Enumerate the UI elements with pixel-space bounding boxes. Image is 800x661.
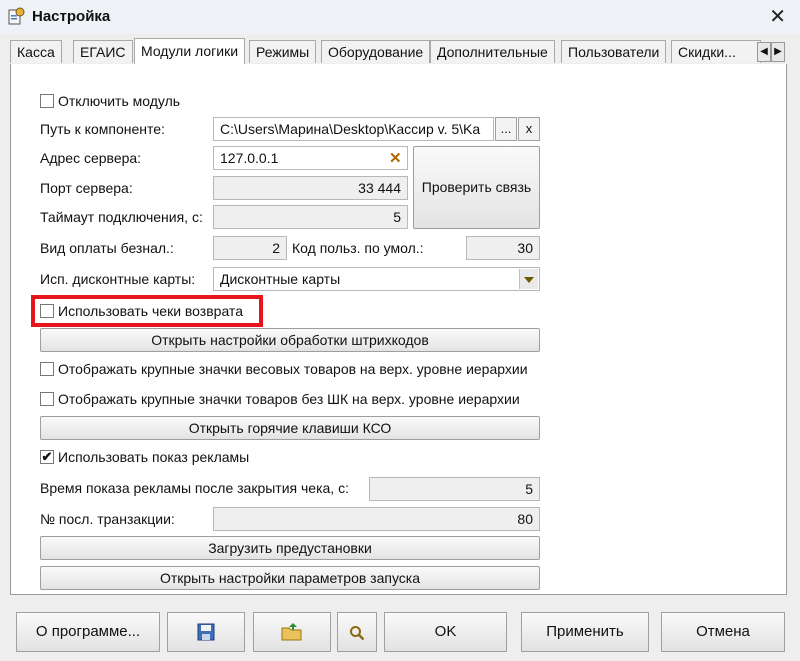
cashless-payment-label: Вид оплаты безнал.: [40,240,174,256]
load-presets-button[interactable]: Загрузить предустановки [40,536,540,560]
tab-logic-modules[interactable]: Модули логики [134,38,246,65]
disable-module-label: Отключить модуль [58,93,181,109]
hotkeys-button[interactable]: Открыть горячие клавиши КСО [40,416,540,440]
server-address-label: Адрес сервера: [40,150,142,166]
server-address-input[interactable] [213,146,408,170]
cashless-payment-input[interactable] [213,236,287,260]
tab-strip: Касса ЕГАИС Модули логики Режимы Оборудо… [10,38,785,65]
tab-scroll-right-icon[interactable]: ▶ [771,42,785,62]
disable-module-checkbox[interactable]: Отключить модуль [40,91,180,111]
open-folder-icon [281,623,302,641]
tab-additional[interactable]: Дополнительные [430,40,555,63]
server-port-label: Порт сервера: [40,180,133,196]
ad-time-label: Время показа рекламы после закрытия чека… [40,480,349,496]
apply-button[interactable]: Применить [521,612,649,652]
large-icons-weight-label: Отображать крупные значки весовых товаро… [58,361,528,377]
open-folder-button[interactable] [253,612,331,652]
launch-params-button[interactable]: Открыть настройки параметров запуска [40,566,540,590]
use-ads-checkbox[interactable]: ✔ Использовать показ рекламы [40,447,249,467]
settings-app-icon [8,7,25,25]
large-icons-no-barcode-checkbox[interactable]: Отображать крупные значки товаров без ШК… [40,389,520,409]
title-bar: Настройка ✕ [0,0,800,34]
clear-path-button[interactable]: x [518,117,540,141]
timeout-input[interactable] [213,205,408,229]
tab-scroll-left-icon[interactable]: ◀ [757,42,771,62]
checkbox-box[interactable] [40,362,54,376]
ad-time-input[interactable] [369,477,540,501]
tab-users[interactable]: Пользователи [561,40,667,63]
tab-modes[interactable]: Режимы [249,40,317,63]
use-ads-label: Использовать показ рекламы [58,449,250,465]
check-connection-button[interactable]: Проверить связь [413,146,540,229]
server-port-input[interactable] [213,176,408,200]
checkbox-box[interactable] [40,94,54,108]
tab-egais[interactable]: ЕГАИС [73,40,133,63]
discount-cards-value: Дисконтные карты [220,271,341,287]
save-icon [197,623,215,641]
browse-button[interactable]: ... [495,117,517,141]
search-icon [350,626,365,641]
highlight-frame [31,295,263,327]
tab-equipment[interactable]: Оборудование [321,40,431,63]
checkbox-box[interactable] [40,392,54,406]
discount-cards-select[interactable]: Дисконтные карты [213,267,540,291]
last-transaction-label: № посл. транзакции: [40,511,175,527]
component-path-label: Путь к компоненте: [40,121,165,137]
timeout-label: Таймаут подключения, с: [40,209,203,225]
about-button[interactable]: О программе... [16,612,160,652]
default-user-code-label: Код польз. по умол.: [292,240,424,256]
search-button[interactable] [337,612,377,652]
tab-discounts[interactable]: Скидки... [671,40,761,63]
barcode-settings-button[interactable]: Открыть настройки обработки штрихкодов [40,328,540,352]
component-path-input[interactable] [213,117,494,141]
large-icons-weight-checkbox[interactable]: Отображать крупные значки весовых товаро… [40,359,528,379]
cancel-button[interactable]: Отмена [661,612,785,652]
clear-x-icon[interactable]: ✕ [389,149,402,167]
close-icon[interactable]: ✕ [769,4,786,29]
checkbox-checked[interactable]: ✔ [40,450,54,464]
save-button[interactable] [167,612,245,652]
last-transaction-input[interactable] [213,507,540,531]
large-icons-no-barcode-label: Отображать крупные значки товаров без ШК… [58,391,520,407]
discount-cards-label: Исп. дисконтные карты: [40,271,196,287]
ok-button[interactable]: OK [384,612,507,652]
window-title: Настройка [32,8,111,25]
dropdown-arrow-icon[interactable] [519,269,538,289]
tab-kassa[interactable]: Касса [10,40,62,63]
default-user-code-input[interactable] [466,236,540,260]
